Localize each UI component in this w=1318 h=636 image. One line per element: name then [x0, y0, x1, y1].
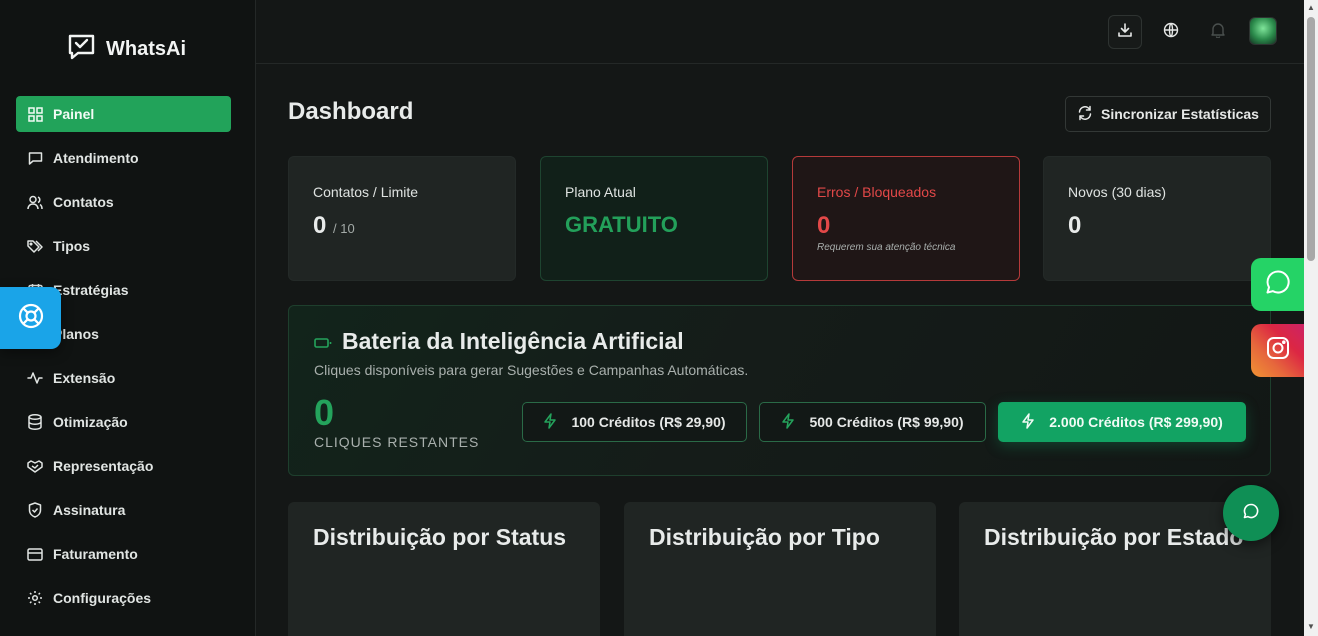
bolt-icon [1021, 412, 1035, 432]
message-icon [27, 150, 43, 166]
avatar[interactable] [1249, 17, 1277, 45]
panel-title: Distribuição por Tipo [649, 524, 880, 550]
credit-pack-label: 100 Créditos (R$ 29,90) [571, 414, 726, 430]
credit-pack-label: 500 Créditos (R$ 99,90) [809, 414, 964, 430]
sidebar-item-label: Atendimento [53, 150, 139, 166]
brand-name: WhatsAi [106, 38, 186, 60]
sidebar-item-tipos[interactable]: Tipos [16, 228, 231, 264]
bell-icon [1211, 22, 1225, 43]
battery-subtitle: Cliques disponíveis para gerar Sugestões… [314, 362, 749, 378]
activity-icon [27, 370, 43, 386]
download-icon [1117, 22, 1133, 43]
distribution-type-panel: Distribuição por Tipo [624, 502, 936, 636]
buy-2000-credits-button[interactable]: 2.000 Créditos (R$ 299,90) [998, 402, 1246, 442]
credit-pack-label: 2.000 Créditos (R$ 299,90) [1049, 414, 1223, 430]
sidebar-nav: Painel Atendimento Contatos Tipos Estrat… [16, 96, 231, 624]
shield-icon [27, 502, 43, 518]
users-icon [27, 194, 43, 210]
gear-icon [27, 590, 43, 606]
sidebar-item-label: Extensão [53, 370, 116, 386]
errors-note: Requerem sua atenção técnica [817, 242, 956, 253]
sidebar-item-extensao[interactable]: Extensão [16, 360, 231, 396]
sidebar-item-label: Representação [53, 458, 154, 474]
bolt-icon [543, 412, 557, 432]
sidebar-item-representacao[interactable]: Representação [16, 448, 231, 484]
sidebar-item-label: Tipos [53, 238, 91, 254]
sidebar-item-label: Contatos [53, 194, 114, 210]
battery-title: Bateria da Inteligência Artificial [314, 328, 684, 355]
battery-icon [314, 328, 332, 355]
plan-value: GRATUITO [565, 212, 678, 237]
whatsapp-icon [1265, 269, 1291, 300]
sidebar-item-label: Otimização [53, 414, 128, 430]
card-label: Plano Atual [565, 184, 636, 200]
card-label: Novos (30 dias) [1068, 184, 1167, 200]
instagram-button[interactable] [1251, 324, 1304, 377]
plan-card: Plano Atual GRATUITO [540, 156, 768, 281]
chat-icon [1243, 503, 1259, 524]
new-contacts-value: 0 [1068, 212, 1082, 239]
sidebar-item-contatos[interactable]: Contatos [16, 184, 231, 220]
contacts-card: Contatos / Limite 0 / 10 [288, 156, 516, 281]
sidebar-item-faturamento[interactable]: Faturamento [16, 536, 231, 572]
page-title: Dashboard [288, 98, 414, 125]
grid-icon [27, 106, 43, 122]
distribution-status-panel: Distribuição por Status [288, 502, 600, 636]
card-label: Erros / Bloqueados [817, 184, 937, 200]
buy-100-credits-button[interactable]: 100 Créditos (R$ 29,90) [522, 402, 747, 442]
sync-stats-label: Sincronizar Estatísticas [1101, 106, 1259, 122]
errors-card: Erros / Bloqueados 0 Requerem sua atençã… [792, 156, 1020, 281]
clicks-remaining-value: 0 [314, 392, 335, 433]
globe-icon [1163, 22, 1179, 43]
instagram-icon [1265, 335, 1291, 366]
tags-icon [27, 238, 43, 254]
sidebar-item-atendimento[interactable]: Atendimento [16, 140, 231, 176]
contacts-count: 0 [313, 212, 327, 239]
bolt-icon [781, 412, 795, 432]
credit-card-icon [27, 546, 43, 562]
brand[interactable]: WhatsAi [67, 33, 186, 66]
errors-value: 0 [817, 212, 831, 239]
sidebar-item-painel[interactable]: Painel [16, 96, 231, 132]
card-value: 0 / 10 [313, 212, 491, 240]
handshake-icon [27, 458, 43, 474]
sync-stats-button[interactable]: Sincronizar Estatísticas [1065, 96, 1271, 132]
topbar [256, 0, 1304, 64]
whatsapp-button[interactable] [1251, 258, 1304, 311]
notifications-button[interactable] [1201, 15, 1235, 49]
page-scrollbar[interactable]: ▲ ▼ [1304, 0, 1318, 636]
battery-title-text: Bateria da Inteligência Artificial [342, 328, 684, 354]
database-icon [27, 414, 43, 430]
help-button[interactable] [0, 287, 61, 349]
ai-battery-panel: Bateria da Inteligência Artificial Cliqu… [288, 305, 1271, 476]
sidebar-item-label: Configurações [53, 590, 152, 606]
sidebar-item-label: Painel [53, 106, 95, 122]
sidebar-item-label: Estratégias [53, 282, 129, 298]
new-contacts-card: Novos (30 dias) 0 [1043, 156, 1271, 281]
refresh-icon [1077, 105, 1093, 124]
chat-fab-button[interactable] [1223, 485, 1279, 541]
sidebar-item-assinatura[interactable]: Assinatura [16, 492, 231, 528]
clicks-remaining-label: CLIQUES RESTANTES [314, 434, 480, 450]
buy-500-credits-button[interactable]: 500 Créditos (R$ 99,90) [759, 402, 986, 442]
sidebar-item-configuracoes[interactable]: Configurações [16, 580, 231, 616]
download-button[interactable] [1108, 15, 1142, 49]
contacts-limit: / 10 [333, 221, 355, 236]
sidebar-item-label: Faturamento [53, 546, 138, 562]
sidebar-item-otimizacao[interactable]: Otimização [16, 404, 231, 440]
lifebuoy-icon [17, 302, 45, 335]
scroll-thumb[interactable] [1307, 17, 1315, 261]
scroll-up-arrow-icon[interactable]: ▲ [1307, 3, 1315, 12]
scroll-down-arrow-icon[interactable]: ▼ [1307, 622, 1315, 631]
panel-title: Distribuição por Estado [984, 524, 1244, 550]
card-label: Contatos / Limite [313, 184, 419, 200]
language-button[interactable] [1154, 15, 1188, 49]
chat-logo-icon [67, 33, 96, 66]
panel-title: Distribuição por Status [313, 524, 567, 550]
sidebar-item-label: Assinatura [53, 502, 126, 518]
